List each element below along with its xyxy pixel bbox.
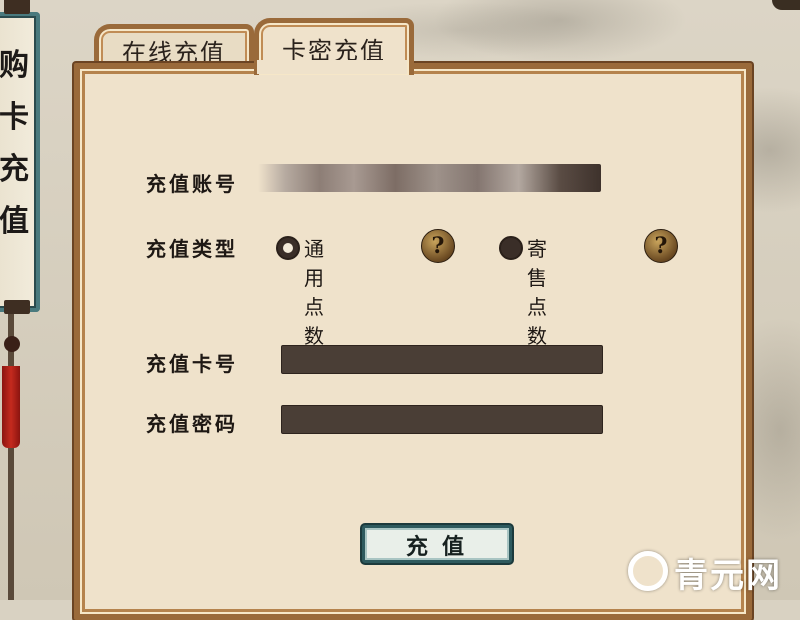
scroll-glyph-1: 购 [0,48,29,83]
account-field[interactable] [258,164,601,192]
hanging-scroll: 购 卡 充 值 [0,0,40,600]
account-label: 充值账号 [146,172,238,196]
card-number-label: 充值卡号 [146,352,238,376]
recharge-submit-button[interactable]: 充值 [362,525,512,563]
radio-general-label: 通用点数 [304,237,326,348]
scroll-title: 购 卡 充 值 [0,40,32,248]
window-corner-ornament [772,0,800,10]
active-tab-joint [257,60,407,74]
scroll-glyph-4: 值 [0,204,29,239]
scroll-cap-bottom [4,300,30,314]
scroll-cap-top [4,0,30,14]
card-number-field[interactable] [281,345,603,374]
radio-consign-label: 寄售点数 [527,237,549,348]
card-password-field[interactable] [281,405,603,434]
scroll-glyph-3: 充 [0,152,29,187]
watermark-logo-icon [628,551,668,591]
scroll-glyph-2: 卡 [0,100,29,135]
red-tassel [2,366,20,448]
card-password-label: 充值密码 [146,412,238,436]
radio-button[interactable] [499,236,523,260]
scroll-bead [4,336,20,352]
help-icon-general[interactable]: ? [421,229,455,263]
type-label: 充值类型 [146,237,238,261]
help-icon-consign[interactable]: ? [644,229,678,263]
submit-label: 充值 [405,534,478,560]
watermark-text: 青元网 [674,556,782,596]
radio-button-selected[interactable] [276,236,300,260]
